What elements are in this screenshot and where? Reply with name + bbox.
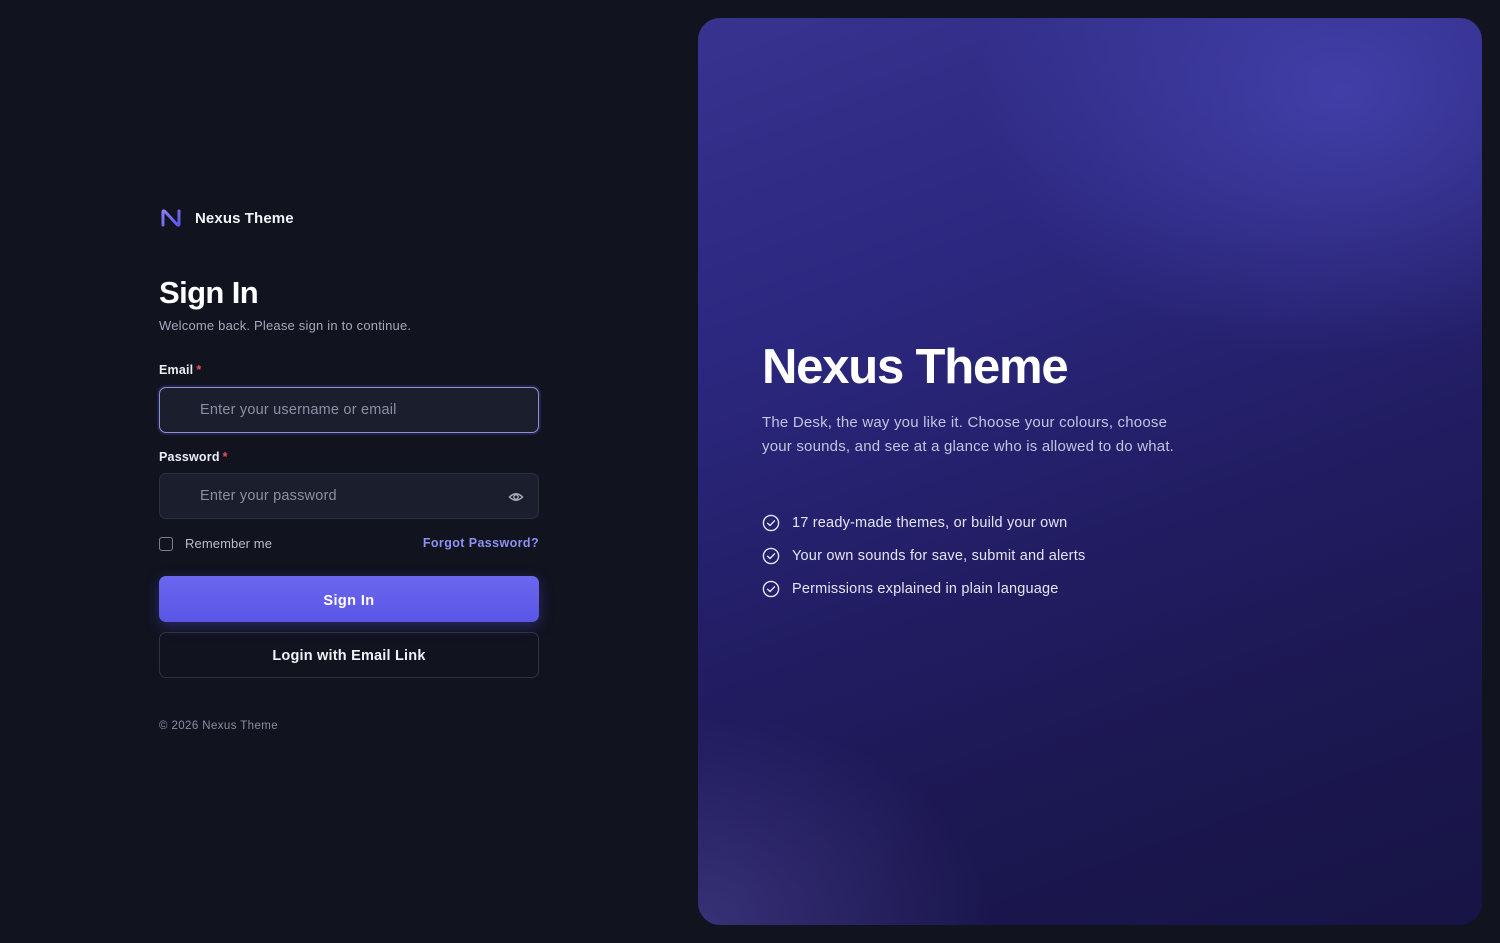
eye-icon[interactable] <box>508 489 524 505</box>
feature-text: Permissions explained in plain language <box>792 581 1059 597</box>
feature-list: 17 ready-made themes, or build your own … <box>762 512 1085 611</box>
sign-in-panel: Nexus Theme Sign In Welcome back. Please… <box>159 0 539 943</box>
hero-title: Nexus Theme <box>762 340 1069 394</box>
required-marker: * <box>222 450 228 464</box>
email-label-text: Email <box>159 363 194 377</box>
check-circle-icon <box>762 547 780 565</box>
feature-item: 17 ready-made themes, or build your own <box>762 512 1085 534</box>
feature-item: Permissions explained in plain language <box>762 578 1085 600</box>
email-input[interactable] <box>200 388 500 432</box>
remember-me-checkbox[interactable] <box>159 536 173 551</box>
password-field <box>159 473 539 519</box>
check-circle-icon <box>762 580 780 598</box>
email-link-button[interactable]: Login with Email Link <box>159 632 539 678</box>
brand: Nexus Theme <box>159 207 294 229</box>
feature-text: Your own sounds for save, submit and ale… <box>792 548 1086 564</box>
password-label-text: Password <box>159 450 220 464</box>
forgot-password-link[interactable]: Forgot Password? <box>423 536 539 550</box>
sign-in-button[interactable]: Sign In <box>159 576 539 622</box>
page-subtitle: Welcome back. Please sign in to continue… <box>159 318 412 333</box>
nexus-logo-icon <box>161 209 181 227</box>
copyright: © 2026 Nexus Theme <box>159 720 279 732</box>
hero-panel: Nexus Theme The Desk, the way you like i… <box>698 18 1482 925</box>
required-marker: * <box>196 363 202 377</box>
feature-text: 17 ready-made themes, or build your own <box>792 515 1068 531</box>
check-circle-icon <box>762 514 780 532</box>
password-label: Password * <box>159 450 228 464</box>
page-title: Sign In <box>159 275 259 310</box>
brand-name: Nexus Theme <box>195 209 294 227</box>
remember-me-label: Remember me <box>185 536 273 551</box>
feature-item: Your own sounds for save, submit and ale… <box>762 545 1085 567</box>
password-input[interactable] <box>200 474 500 518</box>
email-label: Email * <box>159 363 201 377</box>
remember-me[interactable]: Remember me <box>159 536 272 551</box>
email-field <box>159 387 539 433</box>
hero-description: The Desk, the way you like it. Choose yo… <box>762 414 1175 455</box>
